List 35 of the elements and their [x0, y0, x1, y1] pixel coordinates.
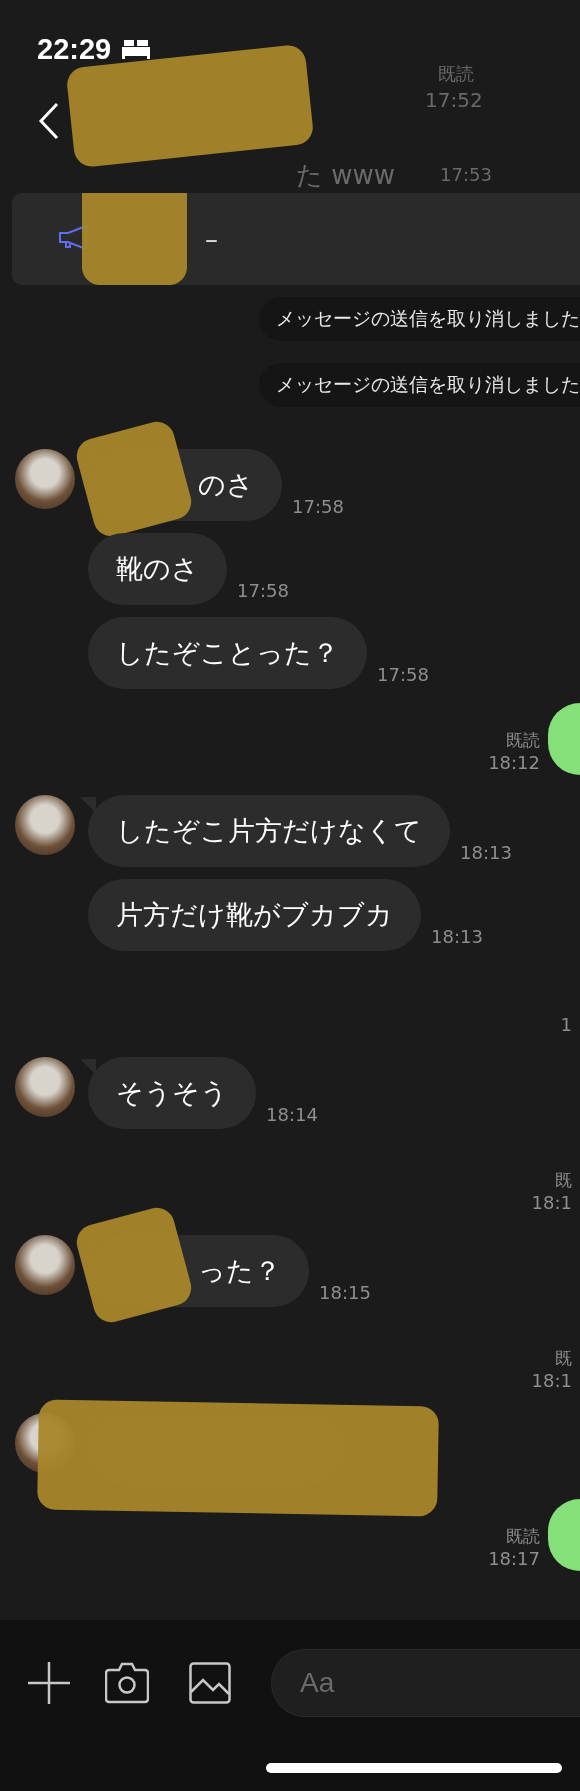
message-time: 18:12 — [488, 752, 540, 773]
message-time: 17:58 — [237, 580, 289, 601]
faded-message-text: 既読 — [438, 62, 474, 86]
message-time: 18:14 — [266, 1104, 318, 1125]
read-receipt: 既読 — [506, 729, 540, 752]
message-time: 18:13 — [460, 842, 512, 863]
message-time: 18:17 — [488, 1548, 540, 1569]
faded-message-text: た www — [296, 159, 396, 192]
announcement-bar[interactable]: – — [12, 193, 580, 285]
read-receipt: 既 — [555, 1347, 572, 1370]
camera-icon[interactable] — [105, 1661, 149, 1704]
read-receipt: 既 — [555, 1169, 572, 1192]
status-time: 22:29 — [37, 32, 112, 66]
message-bubble: したぞこ片方だけなくて — [88, 795, 450, 867]
message-time: 17:58 — [377, 664, 429, 685]
faded-message-text: 17:53 — [440, 164, 492, 185]
message-time: 18:15 — [319, 1282, 371, 1303]
faded-message-text: 17:52 — [425, 88, 483, 112]
message-time: 18:1 — [531, 1370, 572, 1391]
back-icon[interactable] — [38, 102, 60, 140]
message-input-field[interactable]: Aa — [271, 1648, 580, 1717]
message-time: 17:58 — [292, 496, 344, 517]
message-time: 1 — [560, 1014, 572, 1035]
announcement-text: – — [205, 224, 218, 254]
message-bubble: そうそう — [88, 1057, 256, 1129]
message-bubble: 靴のさ — [88, 533, 227, 605]
system-notice: メッセージの送信を取り消しました — [259, 297, 580, 341]
message-time: 18:13 — [431, 926, 483, 947]
message-time: 18:1 — [531, 1192, 572, 1213]
system-notice: メッセージの送信を取り消しました — [259, 363, 580, 407]
image-icon[interactable] — [189, 1661, 231, 1704]
message-bubble: したぞことった？ — [88, 617, 367, 689]
message-bubble: 片方だけ靴がブカブカ — [88, 879, 421, 951]
read-receipt: 既読 — [506, 1525, 540, 1548]
plus-icon[interactable] — [28, 1661, 70, 1704]
